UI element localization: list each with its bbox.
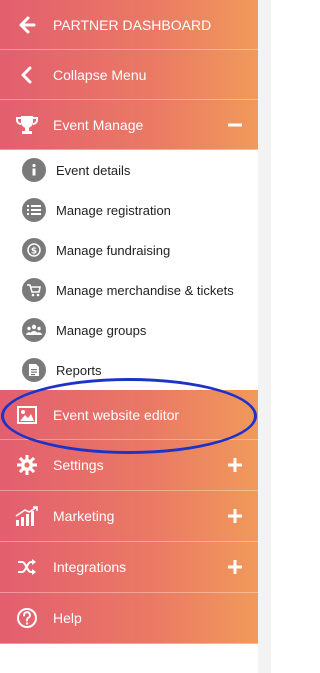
submenu-label: Manage fundraising — [56, 242, 171, 258]
chevron-left-icon — [14, 62, 40, 88]
plus-icon — [226, 507, 244, 525]
marketing-label: Marketing — [53, 508, 115, 524]
partner-dashboard-link[interactable]: PARTNER DASHBOARD — [0, 0, 258, 50]
plus-icon — [226, 558, 244, 576]
event-website-editor-link[interactable]: Event website editor — [0, 390, 258, 440]
arrow-left-icon — [14, 12, 40, 38]
partner-dashboard-label: PARTNER DASHBOARD — [53, 16, 212, 33]
shuffle-icon — [14, 554, 40, 580]
minus-icon — [226, 116, 244, 134]
trophy-icon — [14, 112, 40, 138]
image-icon — [14, 402, 40, 428]
event-manage-toggle[interactable]: Event Manage — [0, 100, 258, 150]
submenu-manage-groups[interactable]: Manage groups — [0, 310, 258, 350]
chart-growth-icon — [14, 503, 40, 529]
submenu-reports[interactable]: Reports — [0, 350, 258, 390]
settings-toggle[interactable]: Settings — [0, 440, 258, 491]
event-website-editor-label: Event website editor — [53, 406, 180, 423]
submenu-label: Event details — [56, 162, 131, 178]
event-manage-submenu: Event details Manage registration $ Mana… — [0, 150, 258, 390]
dollar-icon: $ — [22, 238, 46, 262]
submenu-event-details[interactable]: Event details — [0, 150, 258, 190]
sidebar: PARTNER DASHBOARD Collapse Menu Event Ma… — [0, 0, 258, 673]
submenu-label: Reports — [56, 362, 102, 378]
gear-icon — [14, 452, 40, 478]
integrations-label: Integrations — [53, 559, 127, 575]
help-link[interactable]: Help — [0, 593, 258, 644]
sidebar-scroll-edge — [258, 0, 271, 673]
submenu-label: Manage groups — [56, 322, 147, 338]
marketing-toggle[interactable]: Marketing — [0, 491, 258, 542]
integrations-toggle[interactable]: Integrations — [0, 542, 258, 593]
info-icon — [22, 158, 46, 182]
list-icon — [22, 198, 46, 222]
svg-text:$: $ — [31, 247, 37, 257]
help-label: Help — [53, 610, 82, 626]
settings-label: Settings — [53, 457, 104, 473]
report-icon — [22, 358, 46, 382]
submenu-label: Manage merchandise & tickets — [56, 282, 234, 298]
question-circle-icon — [14, 605, 40, 631]
groups-icon — [22, 318, 46, 342]
submenu-manage-merchandise[interactable]: Manage merchandise & tickets — [0, 270, 258, 310]
submenu-label: Manage registration — [56, 202, 171, 218]
event-manage-label: Event Manage — [53, 116, 144, 133]
collapse-menu-button[interactable]: Collapse Menu — [0, 50, 258, 100]
submenu-manage-registration[interactable]: Manage registration — [0, 190, 258, 230]
submenu-manage-fundraising[interactable]: $ Manage fundraising — [0, 230, 258, 270]
cart-icon — [22, 278, 46, 302]
plus-icon — [226, 456, 244, 474]
collapse-menu-label: Collapse Menu — [53, 66, 147, 83]
